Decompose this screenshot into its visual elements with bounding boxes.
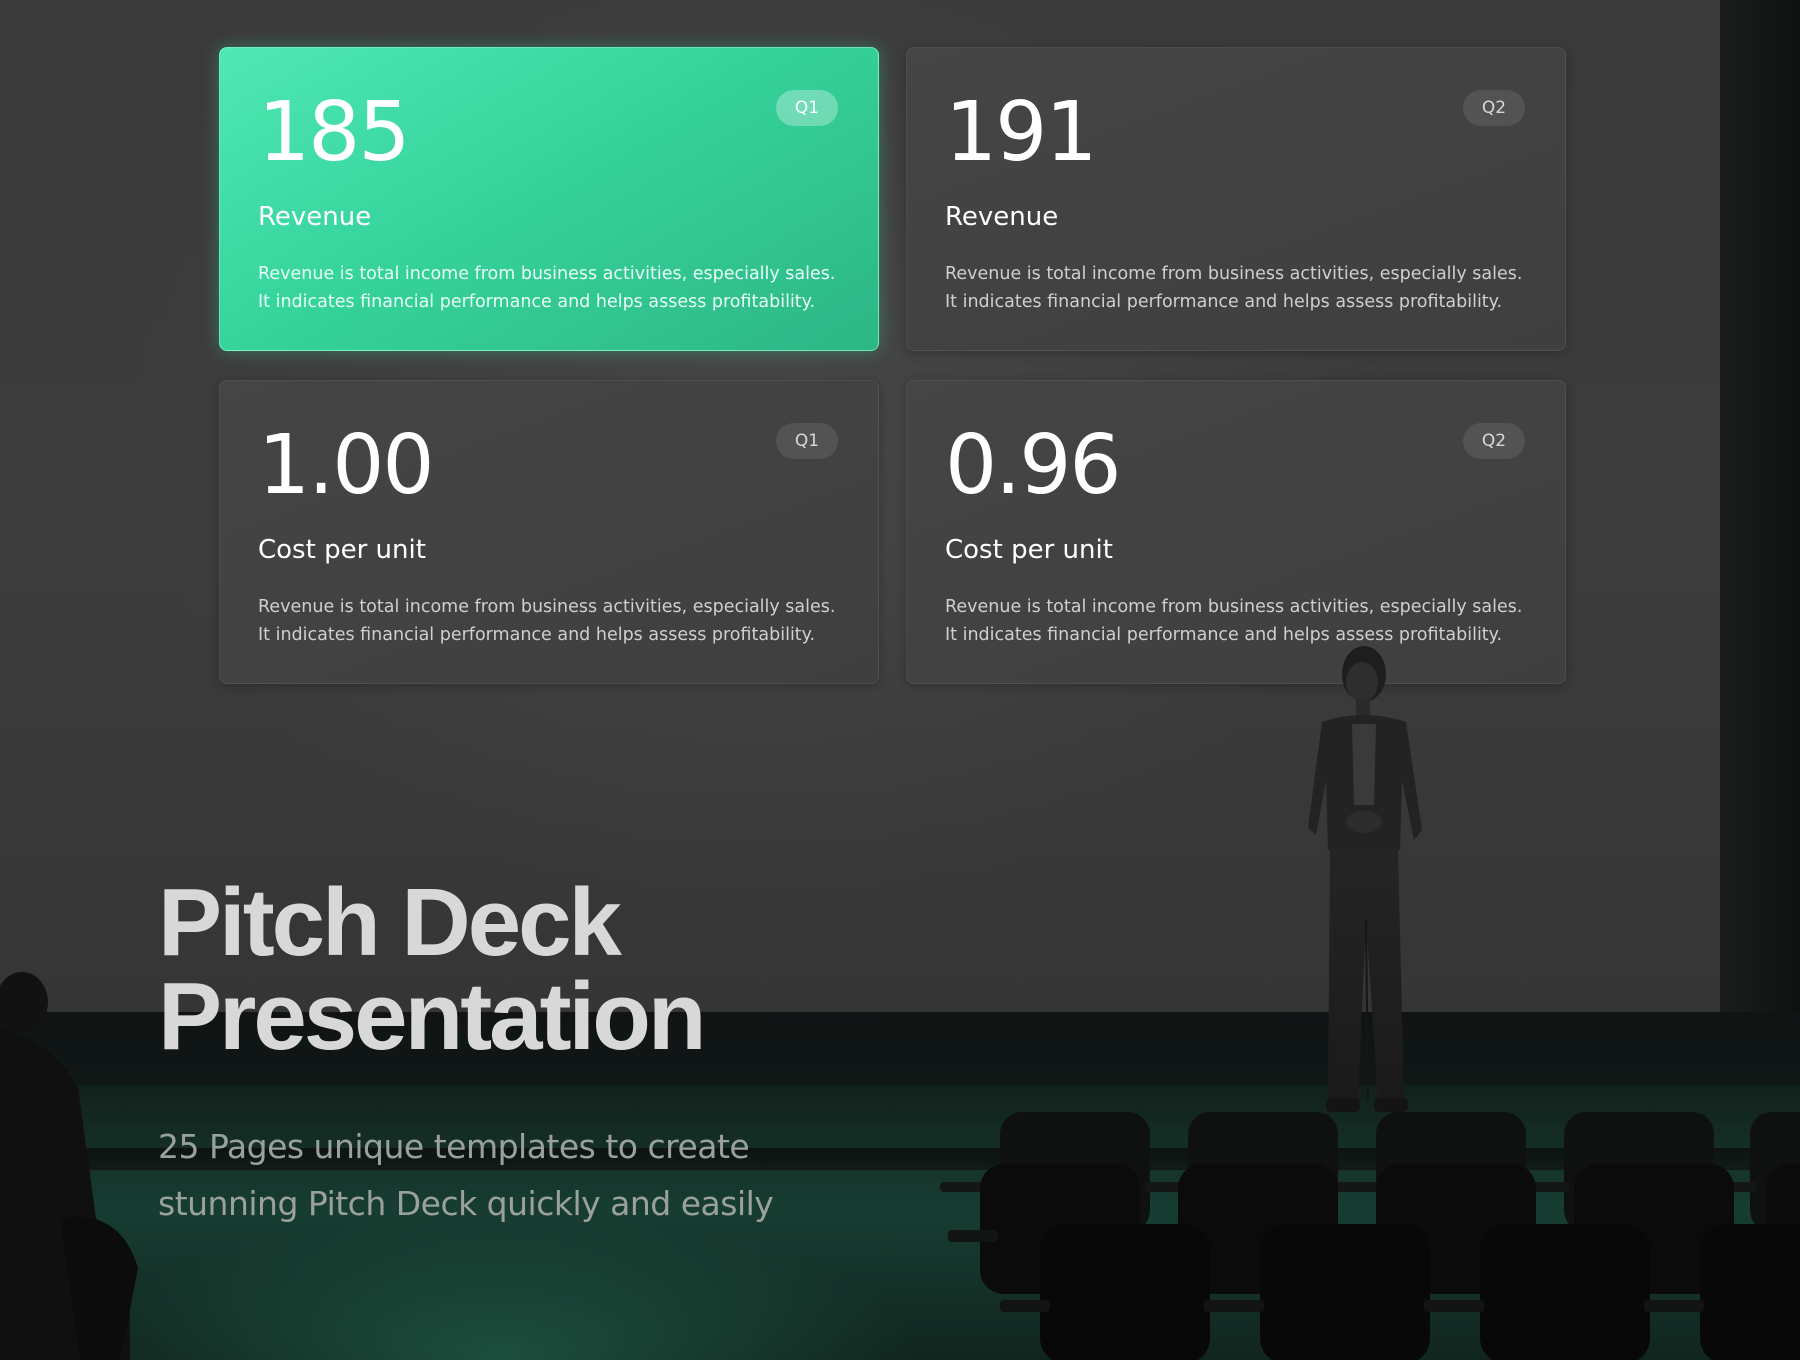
metric-description: Revenue is total income from business ac… xyxy=(945,593,1545,649)
metric-description: Revenue is total income from business ac… xyxy=(258,260,858,316)
metric-description: Revenue is total income from business ac… xyxy=(258,593,858,649)
quarter-badge: Q1 xyxy=(776,423,838,459)
description-line: It indicates financial performance and h… xyxy=(258,625,816,645)
metric-card-revenue-q2: 191 Q2 Revenue Revenue is total income f… xyxy=(906,47,1566,351)
description-line: It indicates financial performance and h… xyxy=(945,292,1503,312)
metric-label: Cost per unit xyxy=(258,535,426,565)
quarter-badge: Q2 xyxy=(1463,423,1525,459)
metric-label: Revenue xyxy=(945,202,1059,232)
subtitle-line: 25 Pages unique templates to create xyxy=(158,1127,750,1166)
audience-member-silhouette xyxy=(0,972,138,1360)
metric-value: 0.96 xyxy=(945,418,1122,513)
metric-value: 1.00 xyxy=(258,418,435,513)
title-line: Presentation xyxy=(158,963,706,1070)
description-line: Revenue is total income from business ac… xyxy=(945,597,1523,617)
metric-card-cost-per-unit-q2: 0.96 Q2 Cost per unit Revenue is total i… xyxy=(906,380,1566,684)
quarter-badge: Q2 xyxy=(1463,90,1525,126)
description-line: Revenue is total income from business ac… xyxy=(258,264,836,284)
metric-value: 185 xyxy=(258,85,411,180)
page-title: Pitch Deck Presentation xyxy=(158,869,706,1070)
metric-card-revenue-q1: 185 Q1 Revenue Revenue is total income f… xyxy=(219,47,879,351)
metric-value: 191 xyxy=(945,85,1098,180)
description-line: It indicates financial performance and h… xyxy=(945,625,1503,645)
presenter-silhouette xyxy=(1308,646,1422,1112)
metric-label: Cost per unit xyxy=(945,535,1113,565)
quarter-badge: Q1 xyxy=(776,90,838,126)
page-subtitle: 25 Pages unique templates to create stun… xyxy=(158,1118,774,1232)
title-line: Pitch Deck xyxy=(158,869,622,976)
description-line: Revenue is total income from business ac… xyxy=(945,264,1523,284)
metric-description: Revenue is total income from business ac… xyxy=(945,260,1545,316)
metric-card-cost-per-unit-q1: 1.00 Q1 Cost per unit Revenue is total i… xyxy=(219,380,879,684)
description-line: Revenue is total income from business ac… xyxy=(258,597,836,617)
subtitle-line: stunning Pitch Deck quickly and easily xyxy=(158,1184,774,1223)
auditorium-seats xyxy=(940,1112,1800,1360)
metric-label: Revenue xyxy=(258,202,372,232)
description-line: It indicates financial performance and h… xyxy=(258,292,816,312)
auditorium-scene: 185 Q1 Revenue Revenue is total income f… xyxy=(0,0,1800,1360)
screen-edge xyxy=(1720,0,1800,1012)
